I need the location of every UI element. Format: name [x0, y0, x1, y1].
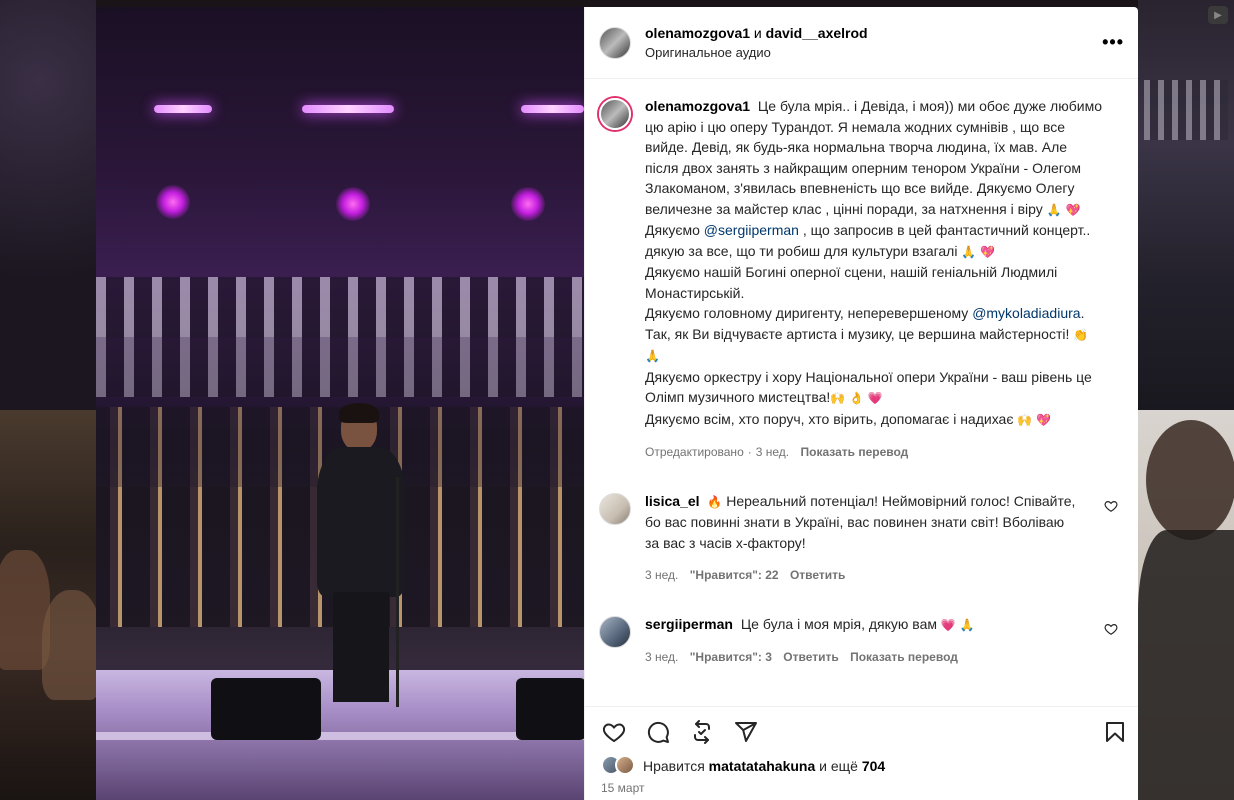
caption-emoji: 🙌 💖 — [1017, 412, 1052, 427]
like-comment-icon[interactable] — [1104, 499, 1118, 513]
comment-time[interactable]: 3 нед. — [645, 568, 678, 582]
likes-suffix: и ещё — [819, 758, 858, 774]
caption-text: Дякуємо — [645, 222, 704, 238]
background-tile — [0, 0, 96, 410]
caption-text: Дякуємо головному диригенту, непереверше… — [645, 305, 973, 321]
edited-label: Отредактировано — [645, 445, 744, 459]
stage-light — [154, 105, 212, 113]
post-header: olenamozgova1 и david__axelrod Оригиналь… — [585, 7, 1138, 79]
author-link[interactable]: olenamozgova1 — [645, 25, 750, 41]
audio-link[interactable]: Оригинальное аудио — [645, 45, 1102, 60]
background-tile — [0, 410, 102, 800]
likes-prefix: Нравится — [643, 758, 705, 774]
background-tile: ▶ — [1138, 0, 1234, 410]
comment-item: lisica_el 🔥 Нереальний потенціал! Неймов… — [599, 491, 1122, 586]
stage-light — [511, 187, 545, 221]
post-photo — [96, 7, 584, 800]
stage-speaker — [516, 678, 584, 740]
caption-emoji: 🙌 👌 💗 — [830, 391, 883, 405]
author-avatar[interactable] — [599, 26, 631, 59]
reply-button[interactable]: Ответить — [783, 650, 838, 664]
stage-speaker — [211, 678, 321, 740]
coauthor-link[interactable]: david__axelrod — [766, 25, 868, 41]
caption-meta: Отредактировано · 3 нед. Показать перевод — [645, 445, 909, 459]
comment-emoji: 💗 🙏 — [940, 617, 975, 632]
comment-icon[interactable] — [645, 719, 671, 745]
liker-username[interactable]: matatatahakuna — [709, 758, 816, 774]
repost-icon[interactable] — [689, 719, 715, 745]
author-joiner: и — [753, 25, 762, 41]
reply-button[interactable]: Ответить — [790, 568, 845, 582]
commenter-avatar[interactable] — [599, 615, 631, 648]
share-icon[interactable] — [733, 719, 759, 745]
commenter-avatar[interactable] — [599, 492, 631, 525]
choir — [96, 277, 584, 337]
caption-emoji: 🙏 💖 — [1046, 202, 1081, 217]
choir — [96, 337, 584, 397]
heart-icon[interactable] — [601, 719, 627, 745]
comment-item: sergiiperman Це була і моя мрія, дякую в… — [599, 614, 1122, 668]
post-modal: olenamozgova1 и david__axelrod Оригиналь… — [96, 7, 1138, 800]
mention-link[interactable]: @sergiiperman — [704, 222, 799, 238]
stage-light — [521, 105, 584, 113]
stage-light — [302, 105, 394, 113]
comment-time[interactable]: 3 нед. — [645, 650, 678, 664]
video-icon: ▶ — [1208, 6, 1228, 24]
caption-avatar[interactable] — [599, 98, 631, 130]
caption-emoji: 🙏 💖 — [961, 244, 996, 259]
comment-username[interactable]: sergiiperman — [645, 616, 733, 632]
stage-light — [156, 185, 190, 219]
mic-stand — [396, 477, 399, 707]
liker-avatar — [615, 755, 635, 775]
comment-meta: 3 нед. "Нравится": 3 Ответить Показать п… — [645, 647, 1082, 668]
caption-text: Дякуємо всім, хто поруч, хто вірить, доп… — [645, 410, 1014, 427]
caption-text: Це була мрія.. і Девіда, і моя)) ми обоє… — [645, 98, 1102, 217]
translate-button[interactable]: Показать перевод — [800, 445, 908, 459]
comment-emoji: 🔥 — [707, 494, 723, 509]
caption-time[interactable]: 3 нед. — [756, 445, 789, 459]
caption-text: Дякуємо нашій Богині оперної сцени, наші… — [645, 264, 1058, 301]
comment-likes[interactable]: "Нравится": 3 — [690, 650, 772, 664]
comment-likes[interactable]: "Нравится": 22 — [690, 568, 779, 582]
post-side-panel: olenamozgova1 и david__axelrod Оригиналь… — [584, 7, 1138, 800]
caption-username[interactable]: olenamozgova1 — [645, 98, 750, 114]
background-tile — [1138, 410, 1234, 800]
stage-light — [336, 187, 370, 221]
post-date[interactable]: 15 март — [601, 781, 645, 795]
like-comment-icon[interactable] — [1104, 622, 1118, 636]
mention-link[interactable]: @mykoladiadiura — [972, 305, 1080, 321]
action-bar — [585, 706, 1138, 756]
bookmark-icon[interactable] — [1102, 719, 1128, 745]
likes-summary[interactable]: Нравится matatatahakuna и ещё 704 — [601, 755, 885, 777]
comment-text: Це була і моя мрія, дякую вам — [740, 615, 937, 632]
comment-username[interactable]: lisica_el — [645, 493, 700, 509]
translate-button[interactable]: Показать перевод — [850, 650, 958, 664]
comments-list: olenamozgova1 Це була мрія.. і Девіда, і… — [585, 80, 1138, 706]
more-icon[interactable]: ••• — [1102, 32, 1124, 53]
likes-count[interactable]: 704 — [862, 758, 885, 774]
comment-meta: 3 нед. "Нравится": 22 Ответить — [645, 565, 1082, 586]
post-caption: olenamozgova1 Це була мрія.. і Девіда, і… — [599, 96, 1122, 463]
